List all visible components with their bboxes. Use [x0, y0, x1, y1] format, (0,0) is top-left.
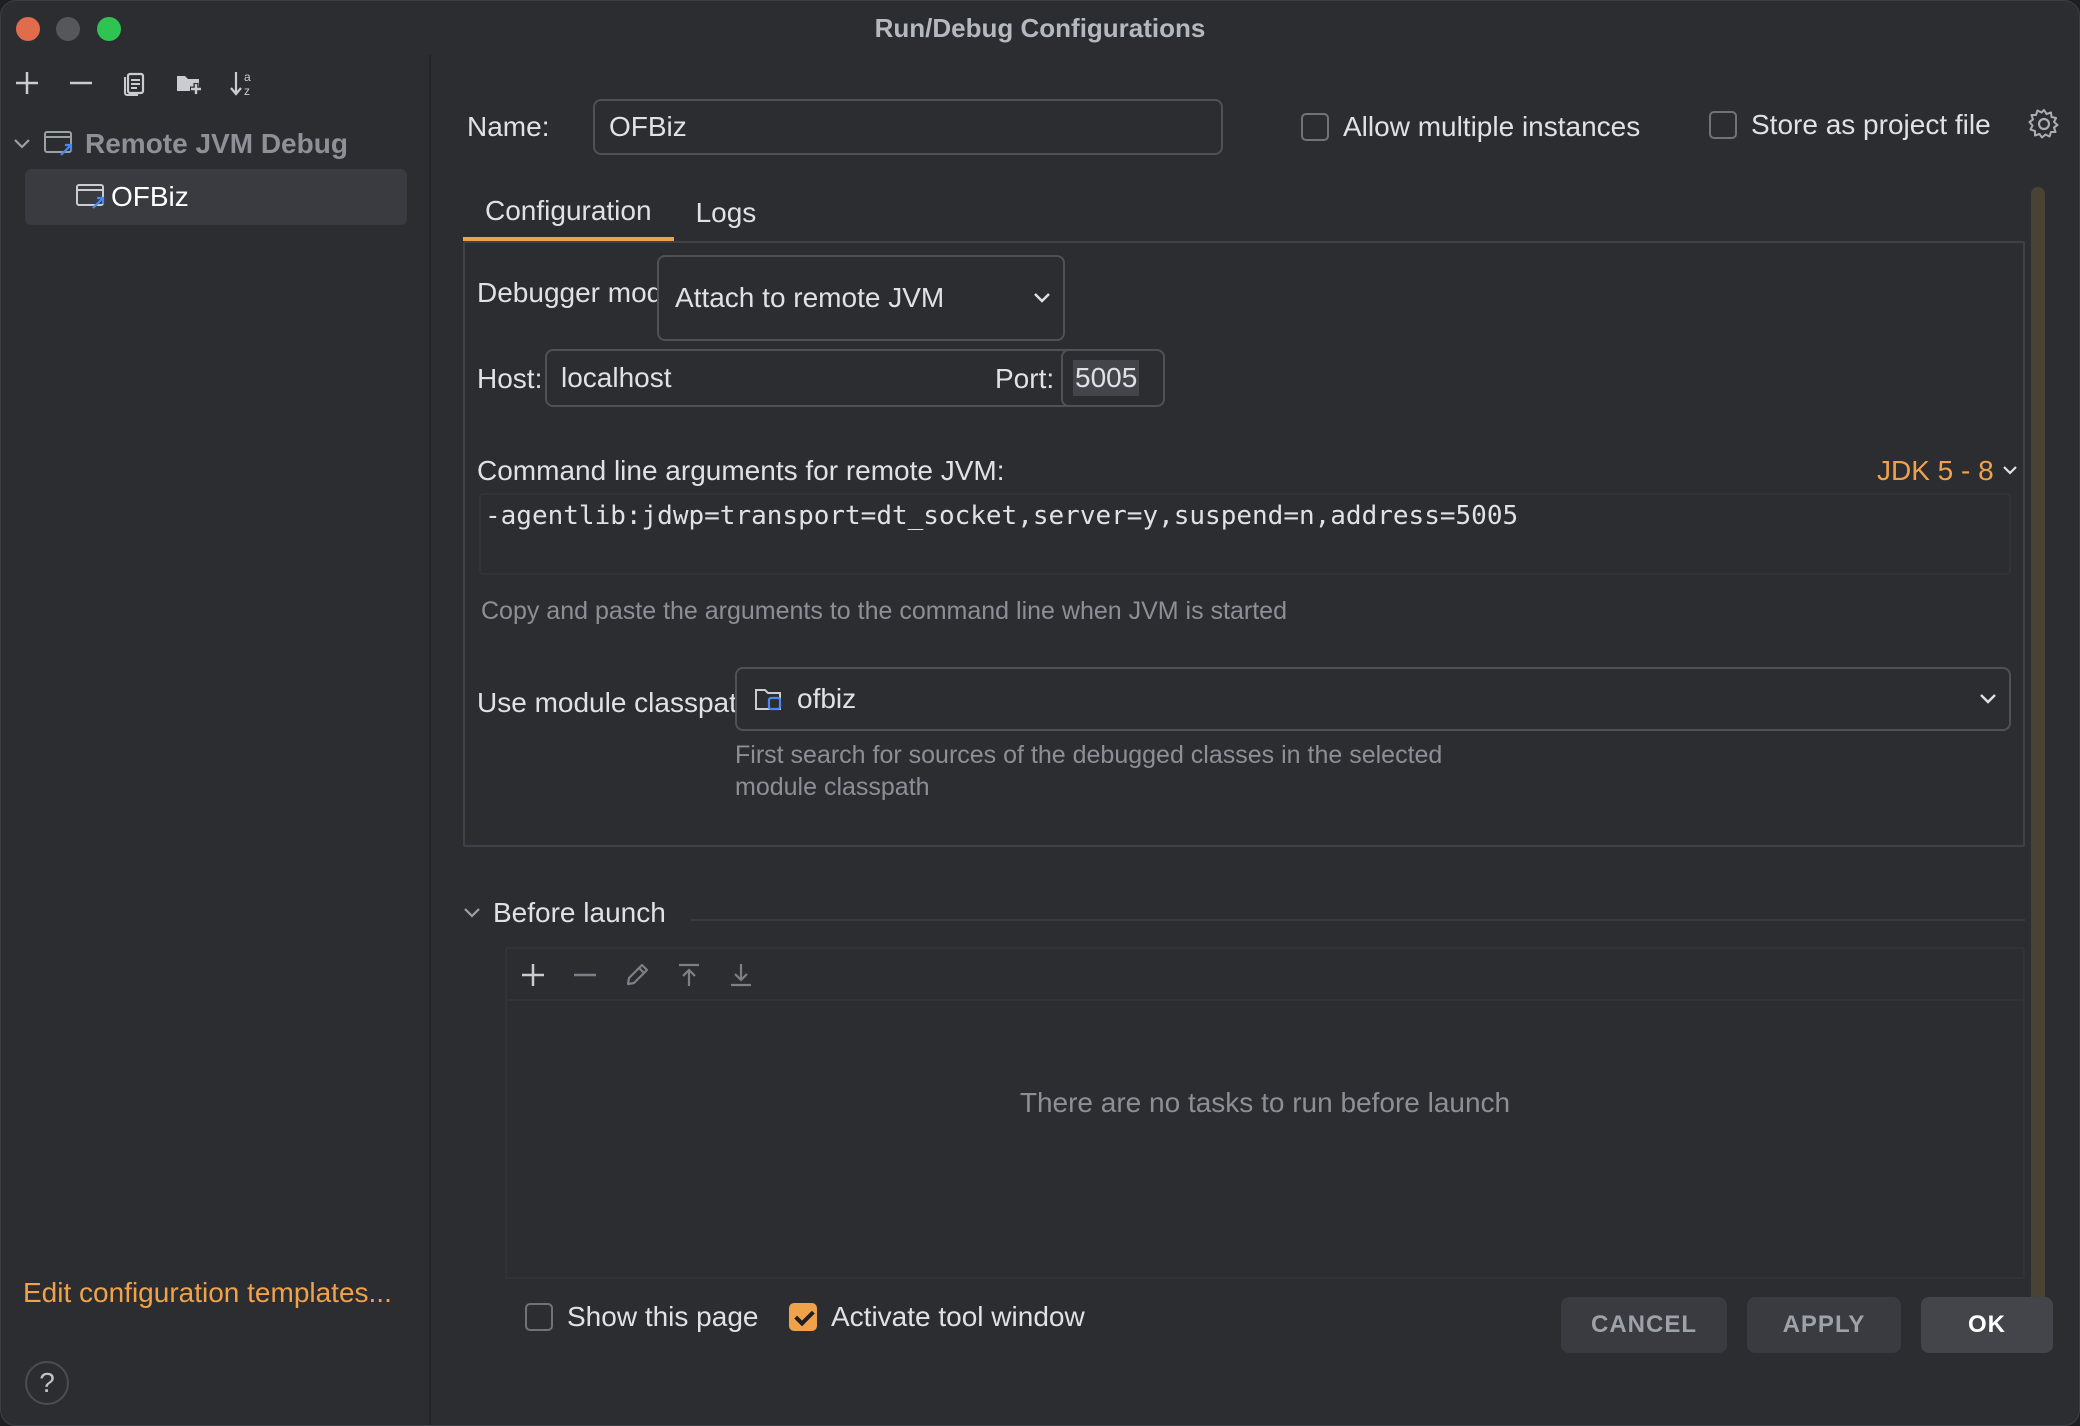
- name-input[interactable]: OFBiz: [593, 99, 1223, 155]
- plus-icon[interactable]: [11, 67, 43, 99]
- sort-alpha-icon[interactable]: az: [227, 67, 259, 99]
- svg-text:a: a: [244, 70, 251, 84]
- tab-logs[interactable]: Logs: [674, 185, 779, 241]
- chevron-down-icon: [1033, 292, 1051, 304]
- copy-icon[interactable]: [119, 67, 151, 99]
- tabs: Configuration Logs: [463, 185, 778, 241]
- minimize-window-button[interactable]: [56, 17, 80, 41]
- move-down-icon[interactable]: [725, 959, 757, 991]
- divider: [691, 919, 2025, 921]
- chevron-down-icon[interactable]: [463, 907, 481, 919]
- module-classpath-select[interactable]: ofbiz: [735, 667, 2011, 731]
- title-bar: Run/Debug Configurations: [1, 1, 2079, 55]
- module-classpath-label: Use module classpath:: [477, 687, 761, 718]
- activate-tool-window-checkbox[interactable]: Activate tool window: [789, 1301, 1085, 1333]
- port-label: Port:: [995, 363, 1055, 394]
- before-launch-header[interactable]: Before launch: [463, 897, 666, 929]
- checkbox-box[interactable]: [1709, 111, 1737, 139]
- allow-multiple-instances-checkbox[interactable]: Allow multiple instances: [1301, 111, 1640, 143]
- main-panel: Name: OFBiz Allow multiple instances Sto…: [433, 55, 2079, 1425]
- before-launch-panel: There are no tasks to run before launch: [505, 947, 2025, 1279]
- debugger-mode-label: Debugger mode:: [477, 277, 686, 308]
- show-this-page-label: Show this page: [567, 1301, 759, 1332]
- tab-configuration[interactable]: Configuration: [463, 185, 674, 241]
- jdk-version-dropdown[interactable]: JDK 5 - 8: [1877, 455, 2018, 487]
- edit-templates-link[interactable]: Edit configuration templates...: [23, 1277, 392, 1309]
- scrollbar[interactable]: [2031, 187, 2045, 1313]
- new-folder-icon[interactable]: [173, 67, 205, 99]
- checkbox-box[interactable]: [789, 1303, 817, 1331]
- close-window-button[interactable]: [16, 17, 40, 41]
- before-launch-label: Before launch: [493, 897, 666, 928]
- debugger-mode-value: Attach to remote JVM: [675, 282, 945, 313]
- ok-button[interactable]: OK: [1921, 1297, 2053, 1353]
- run-debug-dialog: Run/Debug Configurations az Remote JVM D…: [0, 0, 2080, 1426]
- before-launch-toolbar: [517, 951, 757, 999]
- maximize-window-button[interactable]: [97, 17, 121, 41]
- debugger-mode-select[interactable]: Attach to remote JVM: [657, 255, 1065, 341]
- minus-icon[interactable]: [65, 67, 97, 99]
- checkbox-box[interactable]: [525, 1303, 553, 1331]
- window-title: Run/Debug Configurations: [874, 12, 1206, 43]
- activate-tool-window-label: Activate tool window: [831, 1301, 1085, 1332]
- allow-multiple-instances-label: Allow multiple instances: [1343, 111, 1641, 142]
- port-value: 5005: [1073, 360, 1140, 396]
- command-line-hint: Copy and paste the arguments to the comm…: [481, 597, 1287, 625]
- apply-button[interactable]: APPLY: [1747, 1297, 1901, 1353]
- chevron-down-icon: [1979, 693, 1997, 705]
- remote-debug-icon: [75, 182, 107, 212]
- svg-text:z: z: [244, 84, 250, 98]
- jdk-version-label: JDK 5 - 8: [1877, 455, 1994, 486]
- help-button[interactable]: ?: [25, 1361, 69, 1405]
- divider: [507, 999, 2023, 1001]
- gear-icon[interactable]: [2027, 107, 2061, 141]
- host-label: Host:: [477, 363, 543, 394]
- minus-icon[interactable]: [569, 959, 601, 991]
- module-classpath-hint-line2: module classpath: [735, 773, 930, 801]
- tree-group-remote-jvm-debug[interactable]: Remote JVM Debug: [13, 121, 348, 167]
- before-launch-empty-text: There are no tasks to run before launch: [1019, 1087, 1511, 1118]
- move-up-icon[interactable]: [673, 959, 705, 991]
- plus-icon[interactable]: [517, 959, 549, 991]
- sidebar-toolbar: az: [11, 67, 259, 99]
- show-this-page-checkbox[interactable]: Show this page: [525, 1301, 758, 1333]
- port-input[interactable]: 5005: [1061, 349, 1165, 407]
- module-classpath-hint-line1: First search for sources of the debugged…: [735, 741, 1443, 769]
- remote-debug-icon: [43, 129, 75, 159]
- sidebar: az Remote JVM Debug OFBiz Edit configura…: [1, 55, 431, 1425]
- module-classpath-value: ofbiz: [797, 683, 857, 714]
- tree-item-label: OFBiz: [111, 181, 189, 212]
- tree-item-ofbiz[interactable]: OFBiz: [25, 169, 407, 225]
- store-as-project-file-label: Store as project file: [1751, 109, 1991, 140]
- module-folder-icon: [753, 685, 785, 713]
- command-line-args-field[interactable]: -agentlib:jdwp=transport=dt_socket,serve…: [479, 493, 2011, 575]
- tree-group-label: Remote JVM Debug: [85, 128, 348, 159]
- cancel-button[interactable]: CANCEL: [1561, 1297, 1727, 1353]
- name-label: Name:: [467, 111, 550, 142]
- configuration-panel: Debugger mode: Attach to remote JVM Host…: [463, 241, 2025, 847]
- command-line-label: Command line arguments for remote JVM:: [477, 455, 1005, 486]
- checkbox-box[interactable]: [1301, 113, 1329, 141]
- store-as-project-file-checkbox[interactable]: Store as project file: [1709, 109, 1991, 141]
- chevron-down-icon: [2002, 465, 2018, 477]
- chevron-down-icon[interactable]: [13, 138, 33, 150]
- edit-icon[interactable]: [621, 959, 653, 991]
